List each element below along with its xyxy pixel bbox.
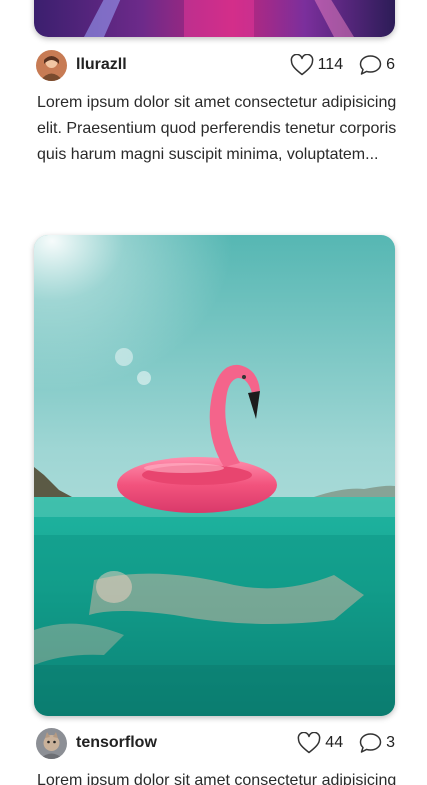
username[interactable]: llurazll (76, 56, 127, 74)
post-image[interactable] (34, 235, 395, 716)
comment-count: 3 (386, 734, 395, 751)
like-count: 114 (317, 56, 344, 73)
post-meta: llurazll 114 6 (36, 50, 395, 82)
post-card: llurazll 114 6 Lorem ipsum dolor sit ame… (0, 0, 427, 200)
post-stats: 114 6 (290, 52, 395, 78)
heart-icon (297, 732, 321, 754)
post-description: Lorem ipsum dolor sit amet consectetur a… (37, 94, 397, 163)
comment-button[interactable]: 6 (359, 54, 395, 76)
comment-icon (359, 54, 382, 76)
post-stats: 44 3 (297, 730, 395, 756)
heart-icon (290, 54, 314, 76)
post-feed: llurazll 114 6 Lorem ipsum dolor sit ame… (0, 0, 427, 785)
username[interactable]: tensorflow (76, 734, 157, 752)
comment-button[interactable]: 3 (359, 732, 395, 754)
post-image[interactable] (34, 0, 395, 37)
like-button[interactable]: 44 (297, 732, 343, 754)
like-button[interactable]: 114 (290, 54, 344, 76)
comment-icon (359, 732, 382, 754)
avatar[interactable] (36, 50, 67, 81)
comment-count: 6 (386, 56, 395, 73)
post-description: Lorem ipsum dolor sit amet consectetur a… (37, 772, 397, 785)
like-count: 44 (325, 734, 344, 751)
avatar[interactable] (36, 728, 67, 759)
post-card: tensorflow 44 3 Lorem ipsum dolor sit am… (0, 235, 427, 785)
post-meta: tensorflow 44 3 (36, 728, 395, 760)
